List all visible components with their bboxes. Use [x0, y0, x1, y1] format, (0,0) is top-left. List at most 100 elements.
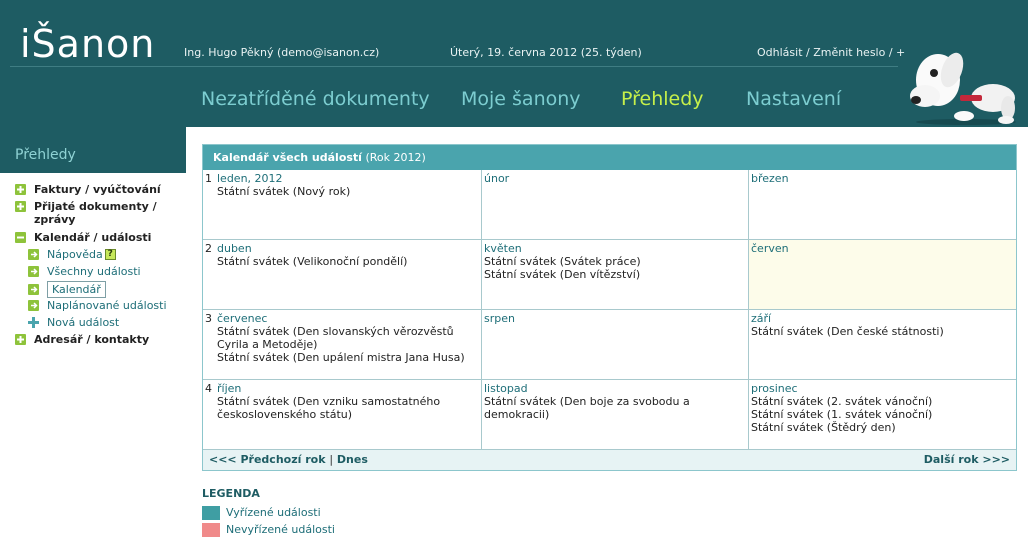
calendar-panel: Kalendář všech událostí (Rok 2012) 1 lede… — [202, 144, 1017, 471]
plus-square-icon — [15, 184, 26, 195]
sidebar: Přehledy Faktury / vyúčtování Přijaté do… — [0, 127, 186, 541]
calendar-event[interactable]: Státní svátek (Den slovanských věrozvěst… — [217, 325, 481, 351]
separator: | — [329, 453, 334, 466]
calendar-event[interactable]: Státní svátek (Den vítězství) — [484, 268, 748, 281]
sidebar-item-label: Adresář / kontakty — [34, 333, 150, 346]
sidebar-sub-calendar[interactable]: Kalendář — [28, 281, 106, 298]
previous-year-link[interactable]: <<< Předchozí rok — [209, 453, 326, 466]
calendar-month-cell[interactable]: květen Státní svátek (Svátek práce) Státní… — [482, 240, 749, 310]
plus-square-icon — [15, 334, 26, 345]
sidebar-sub-planned-events[interactable]: Naplánované události — [28, 299, 167, 312]
calendar-month-cell[interactable]: 3 červenec Státní svátek (Den slovanských … — [203, 310, 482, 380]
month-name-link[interactable]: duben — [217, 242, 481, 255]
legend-swatch-done — [202, 505, 220, 520]
month-name-link[interactable]: červen — [751, 242, 1016, 255]
help-icon[interactable]: ? — [104, 249, 116, 260]
plus-link[interactable]: + — [896, 46, 905, 59]
legend-row-done: Vyřízené události — [202, 504, 335, 521]
sidebar-item-calendar-events[interactable]: Kalendář / události — [15, 231, 151, 244]
sidebar-item-label: Přijaté dokumenty / zprávy — [34, 200, 157, 226]
user-info: Ing. Hugo Pěkný (demo@isanon.cz) — [184, 46, 380, 59]
calendar-month-cell[interactable]: září Státní svátek (Den české státnosti) — [749, 310, 1016, 380]
sidebar-item-label: Faktury / vyúčtování — [34, 183, 161, 196]
month-name-link[interactable]: prosinec — [751, 382, 1016, 395]
app-logo[interactable]: iŠanon — [20, 22, 155, 66]
calendar-month-cell[interactable]: červen — [749, 240, 1016, 310]
calendar-month-cell[interactable]: prosinec Státní svátek (2. svátek vánoční… — [749, 380, 1016, 450]
month-name-link[interactable]: únor — [484, 172, 748, 185]
legend-label: Nevyřízené události — [226, 523, 335, 536]
sidebar-item-received-documents[interactable]: Přijaté dokumenty / zprávy — [15, 200, 175, 226]
nav-unsorted-documents[interactable]: Nezatříděné dokumenty — [201, 88, 430, 110]
arrow-right-icon — [28, 284, 39, 295]
month-name-link[interactable]: leden, 2012 — [217, 172, 481, 185]
month-name-link[interactable]: březen — [751, 172, 1016, 185]
minus-square-icon — [15, 232, 26, 243]
sidebar-title: Přehledy — [0, 127, 186, 173]
calendar-event[interactable]: Státní svátek (Svátek práce) — [484, 255, 748, 268]
quarter-number: 4 — [205, 382, 212, 395]
account-links: Odhlásit / Změnit heslo / + — [757, 46, 905, 59]
calendar-month-cell[interactable]: 4 říjen Státní svátek (Den vzniku samostat… — [203, 380, 482, 450]
legend-row-pending: Nevyřízené události — [202, 521, 335, 538]
calendar-month-cell[interactable]: únor — [482, 170, 749, 240]
logout-link[interactable]: Odhlásit — [757, 46, 803, 59]
nav-settings[interactable]: Nastavení — [746, 88, 841, 110]
next-year-link[interactable]: Další rok >>> — [924, 453, 1010, 466]
month-name-link[interactable]: srpen — [484, 312, 748, 325]
calendar-year: (Rok 2012) — [365, 151, 426, 164]
sidebar-sub-label: Nová událost — [47, 316, 120, 329]
month-name-link[interactable]: září — [751, 312, 1016, 325]
calendar-event[interactable]: Státní svátek (Den české státnosti) — [751, 325, 1016, 338]
month-name-link[interactable]: květen — [484, 242, 748, 255]
calendar-footer: <<< Předchozí rok | Dnes Další rok >>> — [203, 450, 1016, 470]
separator: / — [802, 46, 814, 59]
calendar-month-cell[interactable]: 1 leden, 2012 Státní svátek (Nový rok) — [203, 170, 482, 240]
plus-square-icon — [15, 201, 26, 212]
sidebar-item-label: Kalendář / události — [34, 231, 152, 244]
calendar-month-cell[interactable]: srpen — [482, 310, 749, 380]
quarter-number: 1 — [205, 172, 212, 185]
legend-swatch-pending — [202, 522, 220, 537]
main-nav: Nezatříděné dokumenty Moje šanony Přehle… — [0, 88, 900, 118]
header-divider — [10, 66, 898, 67]
calendar-title: Kalendář všech událostí — [213, 151, 362, 164]
main-content: Kalendář všech událostí (Rok 2012) 1 lede… — [186, 127, 1028, 541]
calendar-month-cell[interactable]: 2 duben Státní svátek (Velikonoční pondělí… — [203, 240, 482, 310]
today-link[interactable]: Dnes — [337, 453, 368, 466]
plus-icon — [28, 317, 39, 328]
separator: / — [885, 46, 897, 59]
calendar-event[interactable]: Státní svátek (Den vzniku samostatného č… — [217, 395, 481, 421]
sidebar-sub-label: Naplánované události — [47, 299, 167, 312]
mascot-dog-image — [910, 52, 1016, 125]
legend-title: LEGENDA — [202, 487, 260, 500]
calendar-month-cell[interactable]: březen — [749, 170, 1016, 240]
calendar-month-cell[interactable]: listopad Státní svátek (Den boje za svobo… — [482, 380, 749, 450]
month-name-link[interactable]: říjen — [217, 382, 481, 395]
app-header: iŠanon Ing. Hugo Pěkný (demo@isanon.cz) … — [0, 0, 1028, 127]
sidebar-sub-all-events[interactable]: Všechny události — [28, 265, 141, 278]
current-date: Úterý, 19. června 2012 (25. týden) — [450, 46, 642, 59]
month-name-link[interactable]: listopad — [484, 382, 748, 395]
calendar-event[interactable]: Státní svátek (1. svátek vánoční) — [751, 408, 1016, 421]
calendar-event[interactable]: Státní svátek (Den boje za svobodu a dem… — [484, 395, 748, 421]
change-password-link[interactable]: Změnit heslo — [813, 46, 885, 59]
nav-my-folders[interactable]: Moje šanony — [461, 88, 581, 110]
sidebar-sub-label: Kalendář — [47, 281, 106, 298]
legend: LEGENDA Vyřízené události Nevyřízené udá… — [202, 487, 335, 538]
sidebar-item-invoices[interactable]: Faktury / vyúčtování — [15, 183, 161, 196]
calendar-event[interactable]: Státní svátek (Štědrý den) — [751, 421, 1016, 434]
legend-label: Vyřízené události — [226, 506, 321, 519]
sidebar-sub-new-event[interactable]: Nová událost — [28, 316, 119, 329]
calendar-header: Kalendář všech událostí (Rok 2012) — [203, 145, 1016, 170]
calendar-event[interactable]: Státní svátek (Den upálení mistra Jana H… — [217, 351, 481, 364]
calendar-event[interactable]: Státní svátek (2. svátek vánoční) — [751, 395, 1016, 408]
calendar-event[interactable]: Státní svátek (Nový rok) — [217, 185, 481, 198]
sidebar-sub-help[interactable]: Nápověda ? — [28, 248, 116, 261]
sidebar-item-contacts[interactable]: Adresář / kontakty — [15, 333, 149, 346]
nav-overviews[interactable]: Přehledy — [621, 88, 704, 110]
month-name-link[interactable]: červenec — [217, 312, 481, 325]
calendar-event[interactable]: Státní svátek (Velikonoční pondělí) — [217, 255, 481, 268]
quarter-number: 3 — [205, 312, 212, 325]
quarter-number: 2 — [205, 242, 212, 255]
